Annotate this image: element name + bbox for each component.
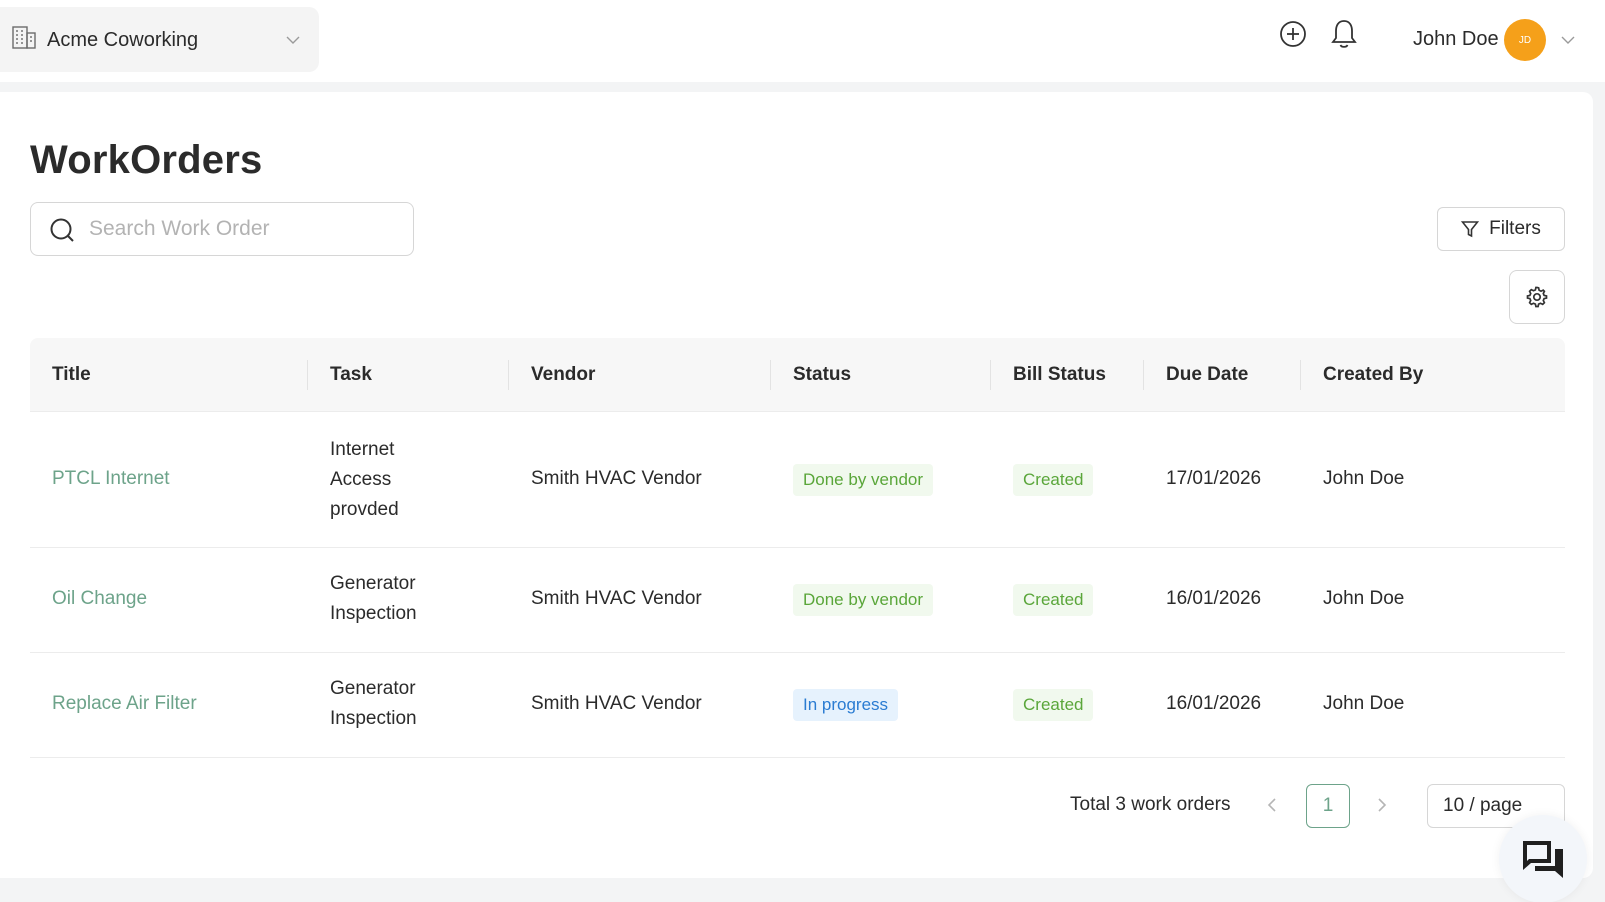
user-name[interactable]: John Doe (1413, 28, 1499, 51)
page-number-button[interactable]: 1 (1306, 784, 1350, 828)
bill-status-badge: Created (1013, 464, 1094, 496)
task-line: Inspection (330, 708, 417, 729)
created-by-cell: John Doe (1323, 588, 1405, 609)
task-line: Generator (330, 573, 416, 594)
task-cell: Internet Access provded (330, 435, 399, 525)
vendor-cell: Smith HVAC Vendor (531, 693, 702, 714)
column-divider (508, 360, 509, 390)
table-row[interactable]: Replace Air Filter Generator Inspection … (30, 653, 1565, 758)
bill-status-badge: Created (1013, 689, 1094, 721)
column-header-created-by[interactable]: Created By (1323, 338, 1423, 412)
search-icon (50, 218, 74, 242)
column-divider (770, 360, 771, 390)
task-line: Generator (330, 678, 416, 699)
column-header-vendor[interactable]: Vendor (531, 338, 595, 412)
status-badge: In progress (793, 689, 899, 721)
work-order-title-link[interactable]: PTCL Internet (52, 468, 170, 490)
chevron-right-icon[interactable] (1374, 796, 1390, 814)
filter-icon (1461, 221, 1480, 238)
chevron-left-icon[interactable] (1264, 796, 1280, 814)
column-header-due-date[interactable]: Due Date (1166, 338, 1248, 412)
pagination-total: Total 3 work orders (1070, 794, 1231, 815)
column-settings-button[interactable] (1509, 270, 1565, 324)
created-by-cell: John Doe (1323, 468, 1405, 489)
status-badge: Done by vendor (793, 584, 934, 616)
filters-button[interactable]: Filters (1437, 207, 1565, 251)
work-orders-card: WorkOrders Filters Title Task Vendor Sta… (0, 92, 1593, 878)
column-header-title[interactable]: Title (52, 338, 91, 412)
table-header: Title Task Vendor Status Bill Status Due… (30, 338, 1565, 412)
column-divider (1300, 360, 1301, 390)
column-header-task[interactable]: Task (330, 338, 372, 412)
search-input[interactable] (89, 211, 399, 247)
due-date-cell: 17/01/2026 (1166, 468, 1262, 489)
task-line: Internet (330, 439, 395, 460)
column-divider (307, 360, 308, 390)
due-date-cell: 16/01/2026 (1166, 588, 1262, 609)
vendor-cell: Smith HVAC Vendor (531, 588, 702, 609)
task-cell: Generator Inspection (330, 569, 417, 629)
vendor-cell: Smith HVAC Vendor (531, 468, 702, 489)
due-date-cell: 16/01/2026 (1166, 693, 1262, 714)
table-row[interactable]: PTCL Internet Internet Access provded Sm… (30, 412, 1565, 548)
column-header-status[interactable]: Status (793, 338, 851, 412)
page-title: WorkOrders (30, 138, 263, 182)
chat-button[interactable] (1499, 815, 1587, 902)
bill-status-badge: Created (1013, 584, 1094, 616)
organization-name: Acme Coworking (47, 29, 199, 51)
work-orders-table: Title Task Vendor Status Bill Status Due… (30, 338, 1565, 758)
column-divider (1143, 360, 1144, 390)
chevron-down-icon[interactable] (1561, 35, 1575, 45)
avatar[interactable]: JD (1504, 19, 1546, 61)
column-divider (990, 360, 991, 390)
status-badge: Done by vendor (793, 464, 934, 496)
task-line: Inspection (330, 603, 417, 624)
organization-selector[interactable]: Acme Coworking (0, 7, 319, 72)
top-bar: Acme Coworking John Doe JD (0, 0, 1605, 82)
add-circle-icon[interactable] (1279, 20, 1307, 48)
work-order-title-link[interactable]: Oil Change (52, 588, 147, 610)
search-box[interactable] (30, 202, 414, 256)
filters-label: Filters (1489, 218, 1541, 239)
chevron-down-icon (286, 36, 300, 44)
task-line: provded (330, 499, 399, 520)
building-icon (12, 26, 36, 49)
work-order-title-link[interactable]: Replace Air Filter (52, 693, 197, 715)
bell-icon[interactable] (1330, 18, 1358, 50)
gear-icon (1526, 286, 1548, 308)
task-cell: Generator Inspection (330, 674, 417, 734)
created-by-cell: John Doe (1323, 693, 1405, 714)
table-row[interactable]: Oil Change Generator Inspection Smith HV… (30, 548, 1565, 653)
task-line: Access (330, 469, 392, 490)
chat-icon (1523, 841, 1563, 878)
column-header-bill-status[interactable]: Bill Status (1013, 338, 1106, 412)
